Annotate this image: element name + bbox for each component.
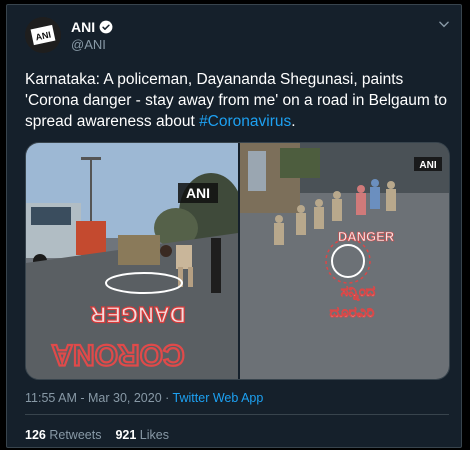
- author-name[interactable]: ANI: [71, 19, 95, 35]
- retweets-label: Retweets: [49, 428, 102, 442]
- tweet-meta: 11:55 AM - Mar 30, 2020 · Twitter Web Ap…: [25, 391, 263, 405]
- likes-stat[interactable]: 921 Likes: [115, 428, 169, 442]
- avatar[interactable]: ANI: [25, 17, 61, 53]
- retweets-count: 126: [25, 428, 46, 442]
- tweet-stats: 126 Retweets 921 Likes: [25, 428, 169, 442]
- right-photo: DANGER ಸನ್ನಿಂದ ದೂರವಿರಿ ANI: [240, 143, 449, 379]
- chevron-down-icon[interactable]: [437, 17, 451, 31]
- left-photo: DANGER CORONA ANI: [26, 143, 243, 379]
- divider: [25, 414, 449, 415]
- author-name-row[interactable]: ANI: [71, 19, 113, 35]
- right-road-text-kannada-2: ದೂರವಿರಿ: [330, 303, 375, 321]
- tweet-end: .: [291, 113, 296, 130]
- likes-label: Likes: [139, 428, 169, 442]
- right-watermark: ANI: [419, 160, 436, 171]
- tweet-text: Karnataka: A policeman, Dayananda Shegun…: [25, 69, 449, 132]
- right-road-text-kannada-1: ಸನ್ನಿಂದ: [341, 282, 376, 302]
- tweet-source-link[interactable]: Twitter Web App: [173, 391, 264, 405]
- road-text-danger: DANGER: [90, 302, 185, 327]
- retweets-stat[interactable]: 126 Retweets: [25, 428, 101, 442]
- likes-count: 921: [115, 428, 137, 442]
- verified-badge-icon: [99, 20, 113, 34]
- tweet-card: ANI ANI @ANI Karnataka: A policeman, Day…: [6, 4, 462, 448]
- hashtag-link[interactable]: #Coronavirus: [199, 113, 291, 130]
- ani-logo-icon: ANI: [25, 17, 61, 53]
- right-road-text-danger: DANGER: [338, 229, 395, 244]
- media-image[interactable]: DANGER CORONA ANI DANGER ಸನ್ನಿಂದ ದೂರವಿರಿ…: [25, 142, 450, 380]
- author-handle[interactable]: @ANI: [71, 37, 106, 52]
- meta-separator: ·: [161, 391, 173, 405]
- left-watermark: ANI: [186, 185, 210, 201]
- tweet-timestamp[interactable]: 11:55 AM - Mar 30, 2020: [25, 391, 162, 405]
- road-text-corona: CORONA: [51, 338, 184, 371]
